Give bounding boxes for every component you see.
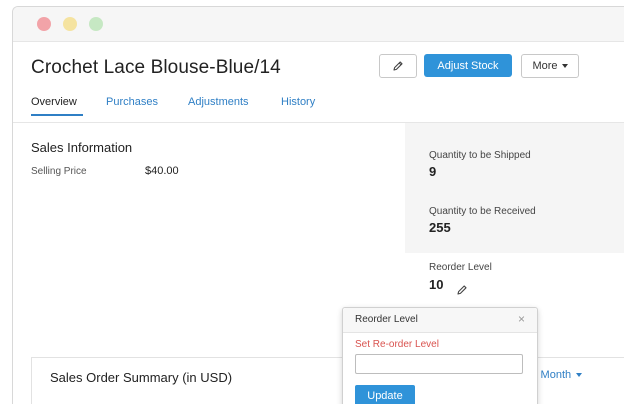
tab-overview[interactable]: Overview xyxy=(31,96,77,108)
window-titlebar xyxy=(13,7,624,42)
reorder-level-label: Reorder Level xyxy=(429,262,492,273)
zoom-window-button[interactable] xyxy=(89,17,103,31)
adjust-stock-button[interactable]: Adjust Stock xyxy=(424,54,512,77)
tab-history[interactable]: History xyxy=(281,96,315,108)
minimize-window-button[interactable] xyxy=(63,17,77,31)
page-title: Crochet Lace Blouse-Blue/14 xyxy=(31,57,281,78)
reorder-level-value: 10 xyxy=(429,277,444,292)
qty-to-be-received-label: Quantity to be Received xyxy=(429,206,536,217)
edit-reorder-level-icon[interactable] xyxy=(456,284,468,296)
active-tab-indicator xyxy=(31,114,83,116)
qty-to-be-shipped-label: Quantity to be Shipped xyxy=(429,150,531,161)
more-dropdown-button[interactable]: More xyxy=(521,54,579,78)
pencil-icon xyxy=(393,61,403,71)
popover-title: Reorder Level xyxy=(355,314,418,325)
caret-down-icon xyxy=(561,64,568,68)
edit-item-button[interactable] xyxy=(379,54,417,78)
app-window: Crochet Lace Blouse-Blue/14 Adjust Stock… xyxy=(12,6,624,404)
close-icon[interactable]: × xyxy=(518,312,525,326)
more-label: More xyxy=(532,60,558,72)
sales-order-summary-title: Sales Order Summary (in USD) xyxy=(50,370,233,385)
period-filter-dropdown[interactable]: s Month xyxy=(532,369,583,381)
reorder-level-popover: Reorder Level × Set Re-order Level Updat… xyxy=(342,307,538,404)
selling-price-value: $40.00 xyxy=(145,165,179,177)
tab-purchases[interactable]: Purchases xyxy=(106,96,158,108)
reorder-level-input[interactable] xyxy=(355,354,523,374)
update-button[interactable]: Update xyxy=(355,385,415,404)
caret-down-icon xyxy=(576,373,583,377)
qty-to-be-received-value: 255 xyxy=(429,220,451,235)
qty-to-be-shipped-value: 9 xyxy=(429,164,437,179)
tab-adjustments[interactable]: Adjustments xyxy=(188,96,249,108)
popover-header: Reorder Level × xyxy=(343,308,537,333)
sales-information-title: Sales Information xyxy=(31,140,133,155)
set-reorder-level-label: Set Re-order Level xyxy=(355,339,439,350)
close-window-button[interactable] xyxy=(37,17,51,31)
selling-price-label: Selling Price xyxy=(31,166,87,177)
